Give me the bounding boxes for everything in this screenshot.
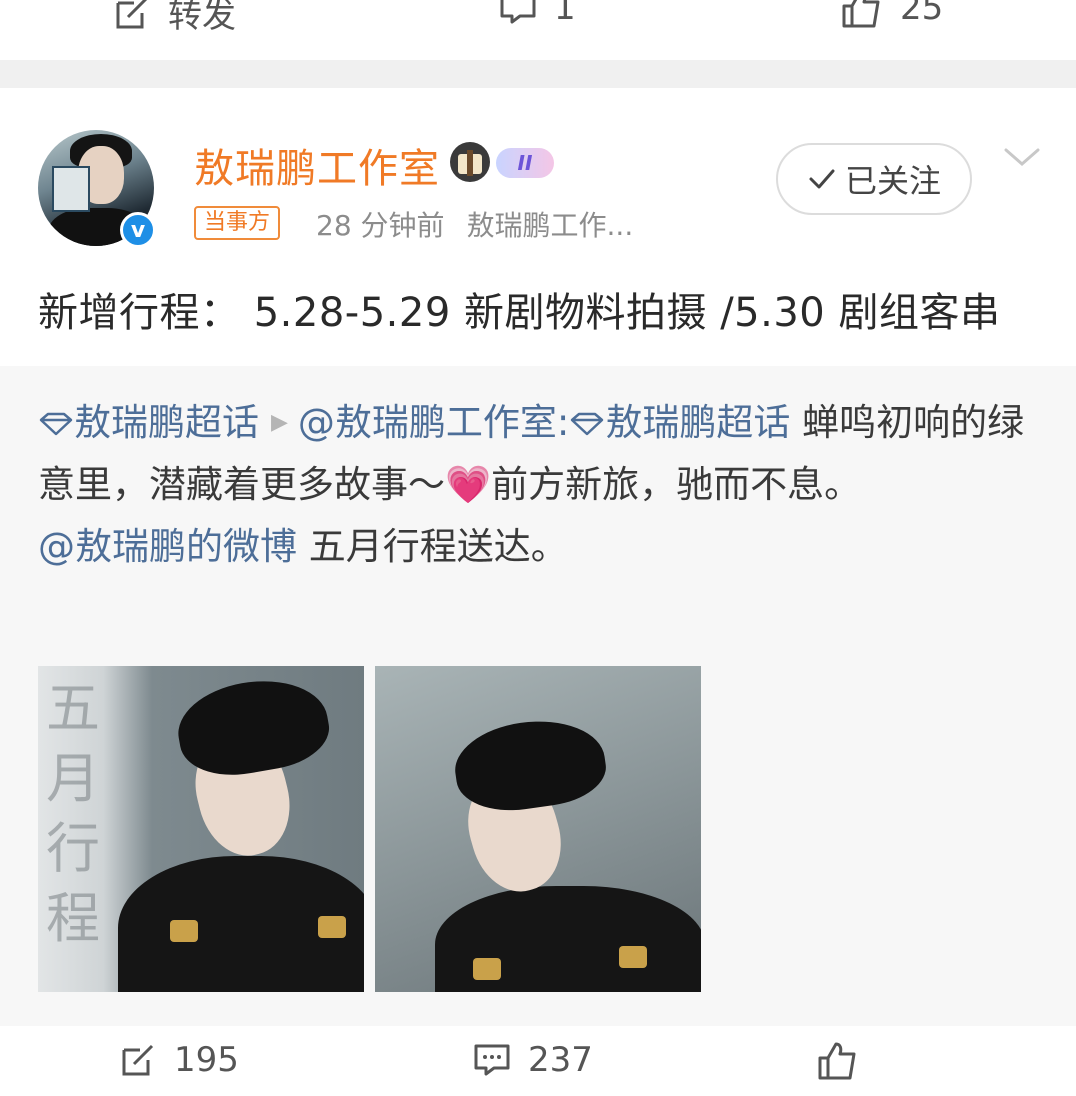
like-button[interactable]: 25	[840, 0, 943, 28]
comment-icon	[500, 0, 536, 24]
post-text: 新增行程： 5.28-5.29 新剧物料拍摄 /5.30 剧组客串	[38, 290, 1001, 336]
photo-1-overlay-text: 五月行程	[46, 677, 100, 950]
supertopic-icon	[571, 412, 604, 436]
post-source[interactable]: 敖瑞鹏工作...	[467, 209, 634, 242]
previous-post-action-bar: 转发 1 25	[0, 0, 1076, 60]
supertopic-label-1: 敖瑞鹏超话	[74, 401, 259, 444]
edit-share-icon	[116, 0, 147, 28]
mention-link-2[interactable]: @敖瑞鹏的微博	[38, 525, 297, 568]
feed-divider	[0, 60, 1076, 88]
comment-icon	[474, 1044, 510, 1076]
avatar-figure-card	[52, 166, 90, 212]
verified-icon: v	[120, 212, 156, 248]
check-icon	[809, 169, 835, 189]
supertopic-icon	[39, 412, 73, 436]
mention-link-1[interactable]: @敖瑞鹏工作室	[298, 401, 557, 444]
reposted-content[interactable]: 敖瑞鹏超话 ▶ @敖瑞鹏工作室: 敖瑞鹏超话 蝉鸣初响的绿意里，潜藏着更多故事～💗前方…	[0, 366, 1076, 1026]
comment-button[interactable]: 237	[472, 1040, 593, 1080]
repost-body-3: 五月行程送达。	[297, 525, 568, 568]
level-badge: II	[496, 148, 554, 178]
comment-button[interactable]: 1	[498, 0, 576, 28]
comment-count: 237	[528, 1040, 593, 1080]
repost-button[interactable]: 195	[118, 1040, 239, 1080]
heart-icon: 💗	[445, 463, 492, 506]
supertopic-label-2: 敖瑞鹏超话	[605, 401, 791, 444]
username[interactable]: 敖瑞鹏工作室	[194, 136, 440, 194]
mention-colon: :	[556, 401, 570, 444]
repost-body-2: 前方新旅，驰而不息。	[491, 463, 862, 506]
party-tag: 当事方	[194, 206, 281, 240]
edit-share-icon	[122, 1044, 154, 1076]
chevron-down-icon[interactable]	[1002, 142, 1042, 172]
arrow-right-icon: ▶	[271, 410, 288, 435]
repost-count: 195	[174, 1040, 239, 1080]
post-meta: 28 分钟前 敖瑞鹏工作...	[316, 204, 633, 244]
photo-1-brooch-right	[318, 916, 346, 938]
supertopic-link-2[interactable]: 敖瑞鹏超话	[569, 401, 790, 444]
like-button[interactable]	[816, 1040, 860, 1080]
like-count: 25	[900, 0, 944, 28]
photo-2[interactable]	[375, 666, 701, 992]
follow-label: 已关注	[844, 162, 941, 200]
comment-count: 1	[554, 0, 576, 28]
thumbs-up-icon	[818, 1042, 856, 1080]
photo-2-hair	[449, 711, 611, 819]
photo-1-brooch	[170, 920, 198, 942]
photo-2-brooch-right	[619, 946, 647, 968]
thumbs-up-icon	[842, 0, 880, 28]
photo-1[interactable]: 五月行程	[38, 666, 364, 992]
repost-button[interactable]: 转发	[112, 0, 236, 37]
post-time: 28 分钟前	[316, 209, 445, 242]
repost-text: 敖瑞鹏超话 ▶ @敖瑞鹏工作室: 敖瑞鹏超话 蝉鸣初响的绿意里，潜藏着更多故事～💗前方…	[38, 392, 1038, 578]
follow-button[interactable]: 已关注	[776, 143, 972, 215]
photo-2-brooch	[473, 958, 501, 980]
repost-label: 转发	[168, 0, 236, 36]
supertopic-link-1[interactable]: 敖瑞鹏超话	[38, 401, 259, 444]
fan-badge-icon	[450, 142, 490, 182]
post-action-bar: 195 237	[0, 1026, 1076, 1096]
photo-1-hair	[171, 669, 335, 785]
